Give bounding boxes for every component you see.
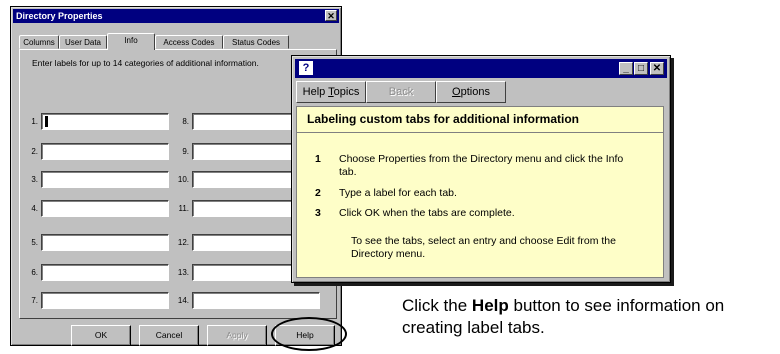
maximize-icon[interactable]: □ xyxy=(634,62,648,75)
dialog-title-bar: Directory Properties ✕ xyxy=(13,9,339,23)
row-label: 14. xyxy=(177,296,189,305)
label-field-6[interactable] xyxy=(41,264,169,281)
row-label: 9. xyxy=(182,147,189,156)
label-field-7[interactable] xyxy=(41,292,169,309)
help-content: Labeling custom tabs for additional info… xyxy=(296,106,664,278)
label-field-1[interactable] xyxy=(41,113,169,130)
step-number: 3 xyxy=(315,207,321,219)
row-label: 13. xyxy=(177,268,189,277)
instruction-text: Enter labels for up to 14 categories of … xyxy=(32,58,259,68)
text-cursor xyxy=(45,116,48,128)
tab-access-codes[interactable]: Access Codes xyxy=(155,35,223,49)
caption-text: Click the Help button to see information… xyxy=(402,295,778,339)
row-label: 8. xyxy=(182,117,189,126)
help-icon: ? xyxy=(299,61,313,75)
options-accel: O xyxy=(452,86,461,98)
tab-status-codes[interactable]: Status Codes xyxy=(223,35,289,49)
ok-button[interactable]: OK xyxy=(71,325,131,346)
close-icon[interactable]: ✕ xyxy=(650,62,664,75)
tab-user-data[interactable]: User Data xyxy=(59,35,107,49)
back-button[interactable]: Back xyxy=(366,81,436,103)
tab-columns[interactable]: Columns xyxy=(19,35,59,49)
info-tab-panel: Enter labels for up to 14 categories of … xyxy=(19,49,337,319)
help-topics-pre: Help xyxy=(302,86,329,98)
step-text: Choose Properties from the Directory men… xyxy=(339,153,624,178)
row-label: 1. xyxy=(31,117,38,126)
options-post: ptions xyxy=(460,86,490,98)
help-topics-button[interactable]: Help Topics xyxy=(296,81,366,103)
help-topic-title: Labeling custom tabs for additional info… xyxy=(297,107,663,133)
label-field-4[interactable] xyxy=(41,200,169,217)
cancel-button[interactable]: Cancel xyxy=(139,325,199,346)
minimize-icon[interactable]: _ xyxy=(619,62,633,75)
apply-button[interactable]: Apply xyxy=(207,325,267,346)
help-note: To see the tabs, select an entry and cho… xyxy=(351,235,616,260)
tab-info[interactable]: Info xyxy=(107,33,155,50)
row-label: 2. xyxy=(31,147,38,156)
dialog-title: Directory Properties xyxy=(16,11,103,21)
step-number: 2 xyxy=(315,187,321,199)
step-number: 1 xyxy=(315,153,321,165)
help-title-bar: ? _ □ ✕ xyxy=(295,59,667,78)
row-label: 5. xyxy=(31,238,38,247)
caption-bold-help: Help xyxy=(471,296,509,315)
options-button[interactable]: Options xyxy=(436,81,506,103)
help-topics-post: opics xyxy=(333,86,360,98)
label-field-14[interactable] xyxy=(192,292,320,309)
step-text: Click OK when the tabs are complete. xyxy=(339,207,515,219)
caption-part-1: Click the xyxy=(402,296,472,315)
label-field-5[interactable] xyxy=(41,234,169,251)
row-label: 6. xyxy=(31,268,38,277)
label-field-2[interactable] xyxy=(41,143,169,160)
label-field-3[interactable] xyxy=(41,171,169,188)
row-label: 4. xyxy=(31,204,38,213)
row-label: 11. xyxy=(178,204,189,213)
row-label: 7. xyxy=(31,296,38,305)
row-label: 3. xyxy=(31,175,38,184)
row-label: 10. xyxy=(177,175,189,184)
help-window: ? _ □ ✕ Help Topics Back Options Labelin… xyxy=(291,55,671,283)
help-button-highlight-ring xyxy=(271,317,347,351)
close-icon[interactable]: ✕ xyxy=(325,10,337,21)
step-text: Type a label for each tab. xyxy=(339,187,457,199)
row-label: 12. xyxy=(177,238,189,247)
